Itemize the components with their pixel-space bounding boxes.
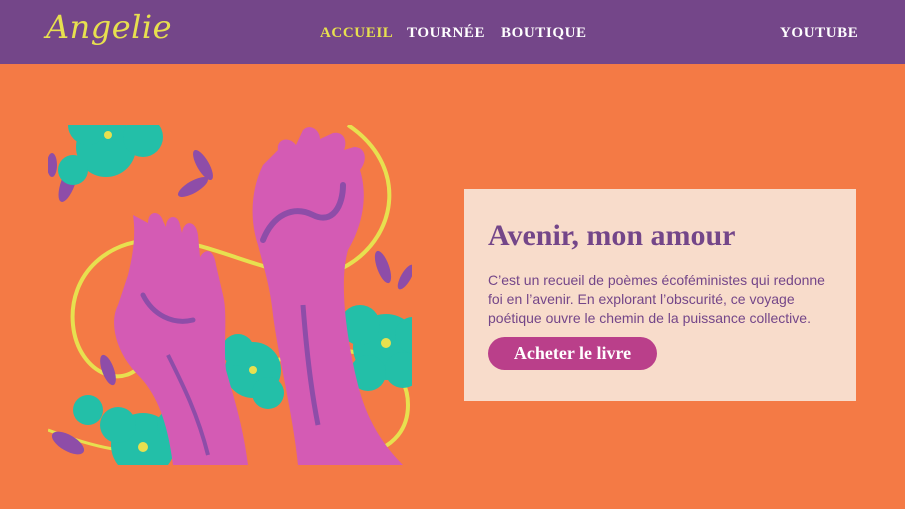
hands-and-flowers-illustration [48, 125, 412, 465]
buy-book-button[interactable]: Acheter le livre [488, 337, 657, 370]
brand-logo[interactable]: Angelie [46, 8, 172, 46]
top-navigation-bar: Angelie ACCUEIL TOURNÉE BOUTIQUE YOUTUBE [0, 0, 905, 64]
book-promo-card: Avenir, mon amour C’est un recueil de po… [464, 189, 856, 401]
nav-link-boutique[interactable]: BOUTIQUE [501, 25, 587, 42]
book-description: C’est un recueil de poèmes écoféministes… [488, 272, 825, 326]
illustration-graphic [48, 125, 412, 465]
nav-link-tournee[interactable]: TOURNÉE [407, 25, 485, 42]
nav-link-accueil[interactable]: ACCUEIL [320, 25, 393, 42]
nav-link-youtube[interactable]: YOUTUBE [780, 25, 858, 42]
book-title: Avenir, mon amour [488, 219, 736, 252]
